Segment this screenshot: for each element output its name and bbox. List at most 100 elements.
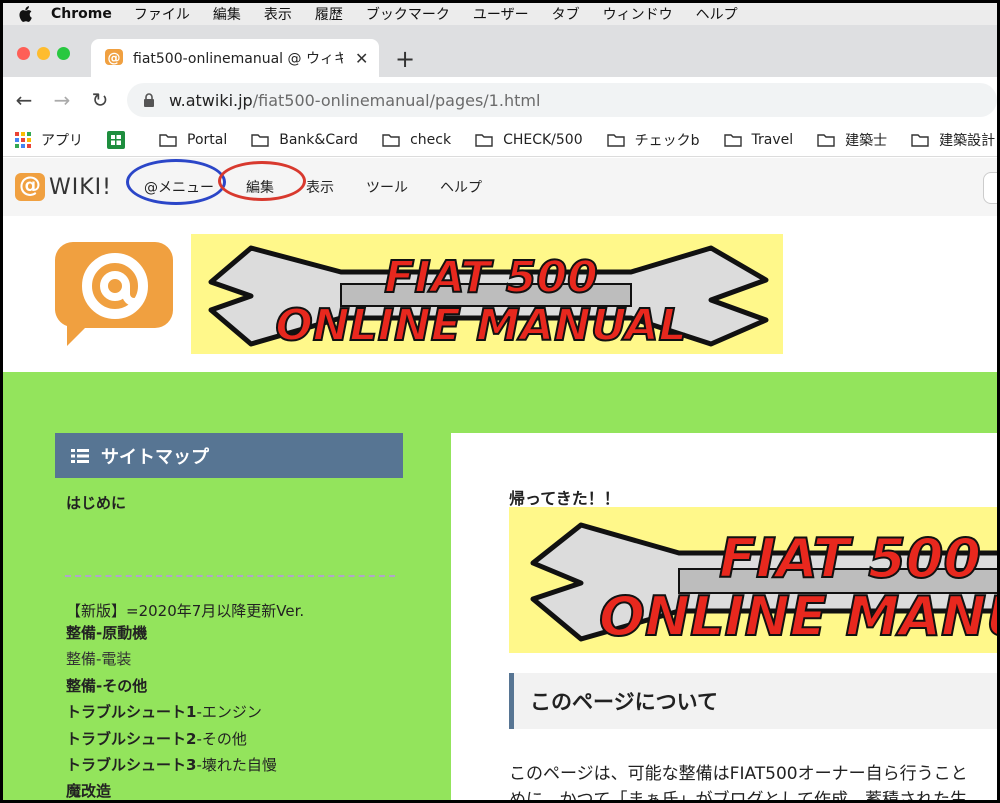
address-bar[interactable]: w.atwiki.jp/fiat500-onlinemanual/pages/1… (127, 83, 997, 117)
active-tab[interactable]: @ fiat500-onlinemanual @ ウィキ ✕ (91, 39, 379, 77)
wiki-menu-atmenu[interactable]: @メニュー (125, 159, 226, 205)
annotation-circle-blue (125, 159, 226, 205)
banner-line1: FIAT 500 (719, 527, 981, 590)
bookmark-check500[interactable]: CHECK/500 (475, 132, 583, 148)
menu-help[interactable]: ヘルプ (696, 4, 738, 24)
wiki-search-box[interactable] (983, 172, 997, 204)
atwiki-big-logo-icon[interactable] (55, 242, 173, 346)
url-path: /fiat500-onlinemanual/pages/1.html (252, 90, 541, 110)
sidebar-link-item[interactable]: トラブルシュート2-その他 (66, 728, 247, 749)
page-body: サイトマップ はじめに 【新版】=2020年7月以降更新Ver. 整備-原動機 … (3, 372, 997, 800)
paragraph-line: めに、かつて「まぁ氏」がブログとして作成、蓄積された生 (509, 790, 967, 800)
bookmark-label: 建築士 (845, 132, 888, 149)
sidebar-version-note: 【新版】=2020年7月以降更新Ver. (66, 602, 305, 620)
bookmark-label: Portal (187, 131, 228, 148)
bookmark-label: チェックb (634, 132, 700, 149)
folder-icon (606, 133, 625, 147)
folder-icon (817, 133, 835, 147)
at-logo-icon: @ (15, 173, 45, 201)
folder-icon (723, 133, 742, 147)
wiki-header: @ WIKI! @メニュー 編集 表示 ツール ヘルプ (3, 158, 997, 216)
sheets-icon (107, 130, 125, 149)
bookmark-label: 建築設計 (939, 132, 996, 149)
wiki-menu-edit[interactable]: 編集 (217, 161, 306, 201)
close-window-button[interactable] (17, 47, 30, 60)
reload-icon[interactable]: ↻ (81, 88, 119, 112)
sidebar-link-item[interactable]: 整備-その他 (66, 675, 147, 696)
sidebar-link-item[interactable]: トラブルシュート3-壊れた自慢 (66, 754, 277, 775)
bookmark-bankcard[interactable]: Bank&Card (251, 132, 358, 148)
content-heading-back: 帰ってきた！！ (509, 489, 620, 508)
fiat-banner: FIAT 500 ONLINE MANUAL (191, 234, 783, 354)
tab-title: fiat500-onlinemanual @ ウィキ (133, 51, 343, 67)
sidebar-link-item[interactable]: 整備-原動機 (66, 622, 147, 643)
wrench-banner-graphic: FIAT 500 ONLINE MANUAL (530, 522, 997, 649)
wiki-menu-label: ツール (365, 180, 408, 196)
menu-edit[interactable]: 編集 (213, 4, 241, 24)
atwiki-logo[interactable]: @ WIKI! (15, 173, 112, 201)
back-arrow-icon[interactable]: ← (5, 88, 43, 112)
folder-icon (911, 133, 929, 147)
mac-menubar: Chrome ファイル 編集 表示 履歴 ブックマーク ユーザー タブ ウィンド… (3, 3, 997, 25)
bookmark-kenchikushi[interactable]: 建築士 (817, 130, 887, 150)
folder-icon (159, 133, 177, 147)
lock-icon (144, 93, 154, 107)
bookmark-apps[interactable]: アプリ (15, 130, 83, 150)
zoom-window-button[interactable] (57, 47, 70, 60)
sitemap-title: サイトマップ (101, 446, 209, 468)
menu-bookmarks[interactable]: ブックマーク (366, 4, 450, 24)
menu-history[interactable]: 履歴 (315, 4, 343, 24)
sidebar-link-intro[interactable]: はじめに (66, 492, 126, 513)
atwiki-favicon-icon: @ (105, 49, 123, 66)
banner-line2: ONLINE MANUAL (599, 585, 997, 648)
forward-arrow-icon[interactable]: → (43, 88, 81, 112)
bookmark-portal[interactable]: Portal (159, 132, 227, 148)
wiki-menu-label: ヘルプ (439, 180, 482, 196)
bookmark-sheets[interactable] (107, 130, 135, 149)
folder-icon (251, 133, 269, 147)
banner-line2: ONLINE MANUAL (275, 300, 686, 351)
apps-grid-icon (15, 131, 31, 148)
annotation-circle-red (217, 161, 306, 201)
content-fiat-banner: FIAT 500 ONLINE MANUAL (509, 507, 997, 653)
sidebar-link-item[interactable]: 魔改造 (66, 780, 111, 800)
bookmark-label: check (410, 131, 452, 148)
apple-icon[interactable] (15, 6, 35, 22)
site-banner-area: FIAT 500 ONLINE MANUAL (3, 216, 997, 372)
bookmark-label: アプリ (41, 132, 83, 149)
wiki-menu-help[interactable]: ヘルプ (440, 177, 482, 197)
bookmark-kenchikusekkei[interactable]: 建築設計 (911, 130, 995, 150)
bookmark-check[interactable]: check (382, 132, 451, 148)
menu-users[interactable]: ユーザー (473, 4, 529, 24)
menu-file[interactable]: ファイル (134, 4, 190, 24)
wiki-menu-tools[interactable]: ツール (366, 177, 408, 197)
bookmark-label: Bank&Card (279, 131, 359, 148)
sidebar-divider (65, 575, 395, 577)
svg-text:@: @ (108, 51, 121, 66)
bookmarks-bar: アプリ Portal Bank&Card check CHECK/500 チェッ… (3, 123, 997, 157)
section-heading: このページについて (509, 673, 997, 729)
sidebar-link-item[interactable]: トラブルシュート1-エンジン (66, 701, 262, 722)
wiki-menu-view[interactable]: 表示 (306, 177, 334, 197)
sidebar-link-item[interactable]: 整備-電装 (66, 648, 131, 669)
sitemap-header: サイトマップ (55, 433, 403, 478)
list-icon (71, 448, 89, 463)
bookmark-label: Travel (751, 131, 794, 148)
folder-icon (382, 133, 400, 147)
bookmark-label: CHECK/500 (503, 131, 583, 148)
tab-strip: @ fiat500-onlinemanual @ ウィキ ✕ + (3, 25, 997, 77)
close-tab-icon[interactable]: ✕ (355, 49, 368, 68)
browser-toolbar: ← → ↻ w.atwiki.jp/fiat500-onlinemanual/p… (3, 77, 997, 123)
bookmark-travel[interactable]: Travel (723, 131, 794, 148)
banner-line1: FIAT 500 (384, 252, 597, 303)
menu-view[interactable]: 表示 (264, 4, 292, 24)
menu-window[interactable]: ウィンドウ (603, 4, 673, 24)
bookmark-checkb[interactable]: チェックb (606, 130, 700, 150)
logo-text: WIKI! (49, 174, 112, 200)
folder-icon (475, 133, 493, 147)
wrench-banner-graphic: FIAT 500 ONLINE MANUAL (208, 245, 769, 352)
minimize-window-button[interactable] (37, 47, 50, 60)
new-tab-icon[interactable]: + (395, 45, 415, 73)
app-name[interactable]: Chrome (51, 6, 112, 22)
menu-tab[interactable]: タブ (552, 4, 580, 24)
